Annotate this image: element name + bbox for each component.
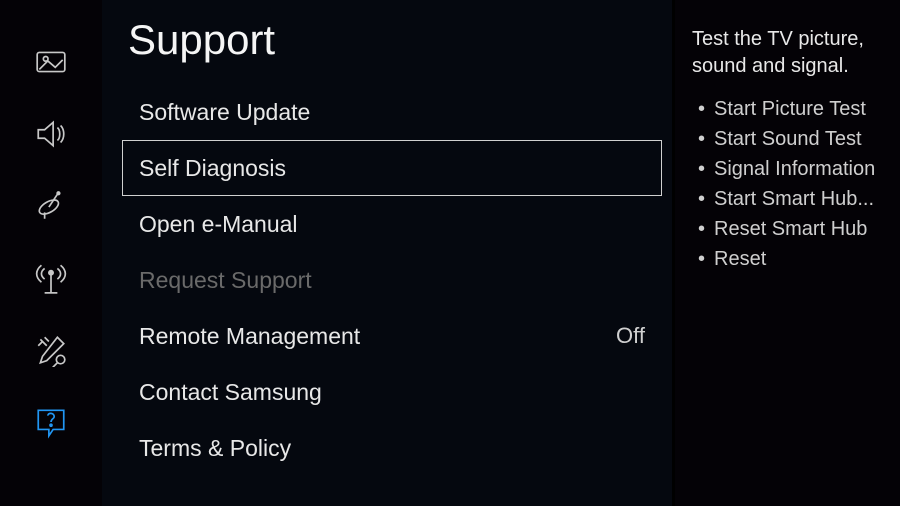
settings-category-sidebar xyxy=(0,0,102,506)
system-icon[interactable] xyxy=(33,332,69,368)
sound-icon[interactable] xyxy=(33,116,69,152)
detail-bullet-list: Start Picture Test Start Sound Test Sign… xyxy=(692,94,880,274)
menu-item-remote-management[interactable]: Remote Management Off xyxy=(122,308,662,364)
page-title: Support xyxy=(122,16,662,64)
menu-item-open-emanual[interactable]: Open e-Manual xyxy=(122,196,662,252)
broadcasting-icon[interactable] xyxy=(33,188,69,224)
settings-main-panel: Support Software Update Self Diagnosis O… xyxy=(102,0,672,506)
detail-bullet: Reset xyxy=(692,244,880,274)
menu-item-label: Open e-Manual xyxy=(139,211,298,238)
menu-item-label: Software Update xyxy=(139,99,310,126)
menu-item-label: Self Diagnosis xyxy=(139,155,286,182)
picture-icon[interactable] xyxy=(33,44,69,80)
detail-panel: Test the TV picture, sound and signal. S… xyxy=(672,0,900,506)
menu-item-label: Terms & Policy xyxy=(139,435,291,462)
menu-item-label: Contact Samsung xyxy=(139,379,322,406)
menu-item-label: Remote Management xyxy=(139,323,360,350)
menu-item-value: Off xyxy=(616,323,645,349)
menu-item-terms-policy[interactable]: Terms & Policy xyxy=(122,420,662,476)
detail-bullet: Start Smart Hub... xyxy=(692,184,880,214)
menu-item-software-update[interactable]: Software Update xyxy=(122,84,662,140)
network-icon[interactable] xyxy=(33,260,69,296)
menu-item-self-diagnosis[interactable]: Self Diagnosis xyxy=(122,140,662,196)
detail-description: Test the TV picture, sound and signal. xyxy=(692,26,880,80)
support-icon[interactable] xyxy=(33,404,69,440)
menu-item-request-support: Request Support xyxy=(122,252,662,308)
menu-item-label: Request Support xyxy=(139,267,312,294)
detail-bullet: Start Sound Test xyxy=(692,124,880,154)
menu-item-contact-samsung[interactable]: Contact Samsung xyxy=(122,364,662,420)
detail-bullet: Reset Smart Hub xyxy=(692,214,880,244)
detail-bullet: Signal Information xyxy=(692,154,880,184)
detail-bullet: Start Picture Test xyxy=(692,94,880,124)
